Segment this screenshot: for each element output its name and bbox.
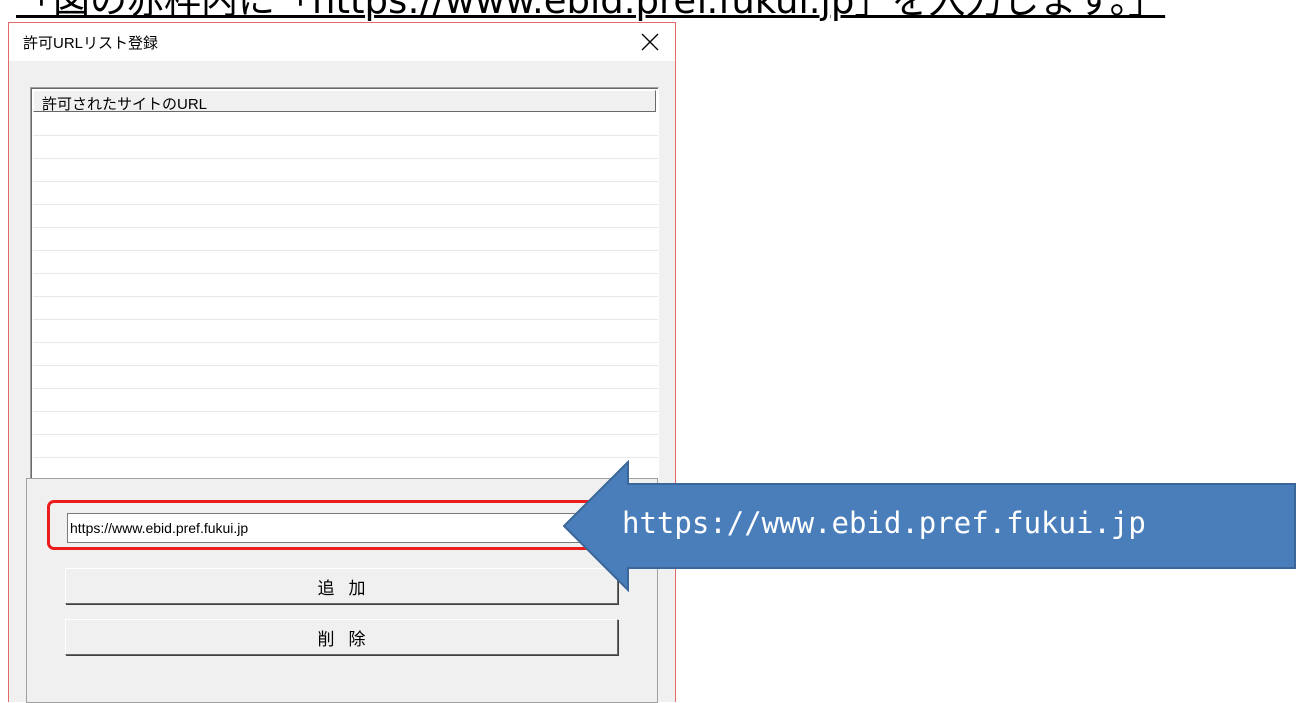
dialog-title: 許可URLリスト登録	[23, 35, 159, 52]
instruction-caption-text: 「図の赤枠内に「https://www.ebid.pref.fukui.jp」を…	[16, 0, 1166, 22]
delete-button[interactable]: 削除	[65, 619, 618, 655]
list-rows	[33, 113, 658, 478]
allowed-url-list[interactable]: 許可されたサイトのURL	[30, 87, 659, 479]
close-button[interactable]	[625, 23, 675, 61]
url-input[interactable]	[67, 513, 615, 543]
list-column-header-label: 許可されたサイトのURL	[42, 96, 208, 113]
allowed-url-dialog: 許可URLリスト登録 許可されたサイトのURL 追加 削除	[8, 22, 676, 703]
instruction-caption: 「図の赤枠内に「https://www.ebid.pref.fukui.jp」を…	[0, 0, 1296, 22]
dialog-titlebar: 許可URLリスト登録	[9, 23, 675, 61]
callout-arrow: https://www.ebid.pref.fukui.jp	[563, 460, 1296, 592]
list-column-header[interactable]: 許可されたサイトのURL	[33, 90, 656, 113]
close-icon	[641, 33, 659, 51]
callout-url-text: https://www.ebid.pref.fukui.jp	[622, 506, 1146, 540]
add-button[interactable]: 追加	[65, 568, 618, 604]
